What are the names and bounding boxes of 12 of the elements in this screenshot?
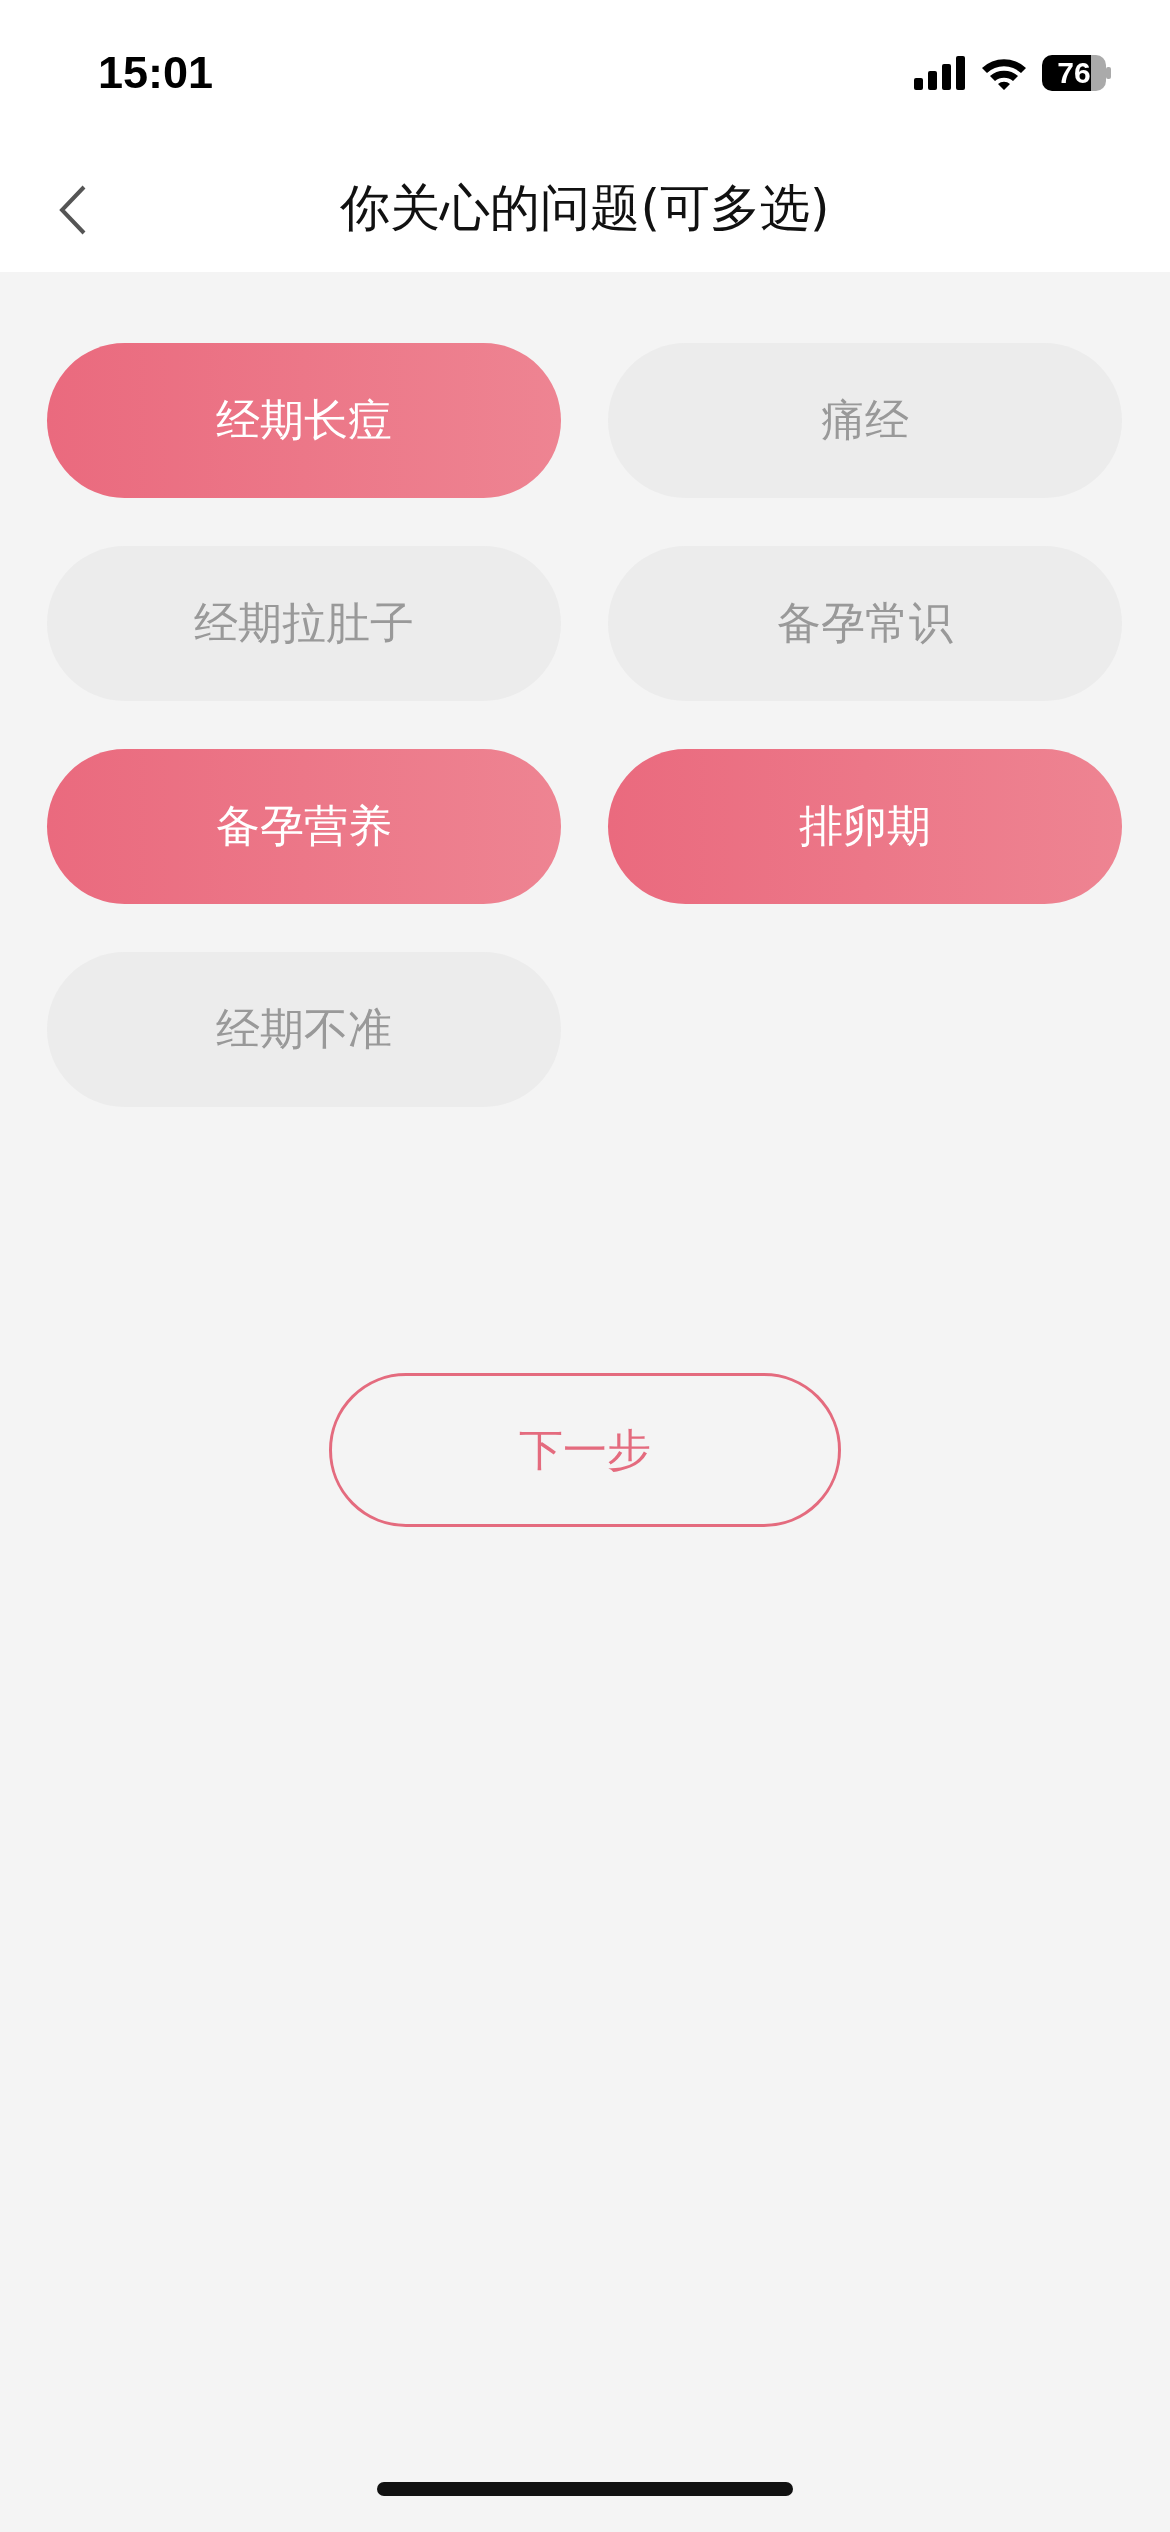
option-chip[interactable]: 经期拉肚子 (47, 546, 561, 701)
option-chip[interactable]: 备孕常识 (608, 546, 1122, 701)
option-chip[interactable]: 痛经 (608, 343, 1122, 498)
option-chip[interactable]: 备孕营养 (47, 749, 561, 904)
option-chip[interactable]: 经期不准 (47, 952, 561, 1107)
status-time: 15:01 (98, 46, 214, 99)
page-title: 你关心的问题(可多选) (340, 178, 830, 239)
option-chip[interactable]: 排卵期 (608, 749, 1122, 904)
next-button[interactable]: 下一步 (329, 1373, 841, 1527)
back-icon (58, 184, 88, 236)
option-chip[interactable]: 经期长痘 (47, 343, 561, 498)
signal-icon (914, 55, 966, 90)
